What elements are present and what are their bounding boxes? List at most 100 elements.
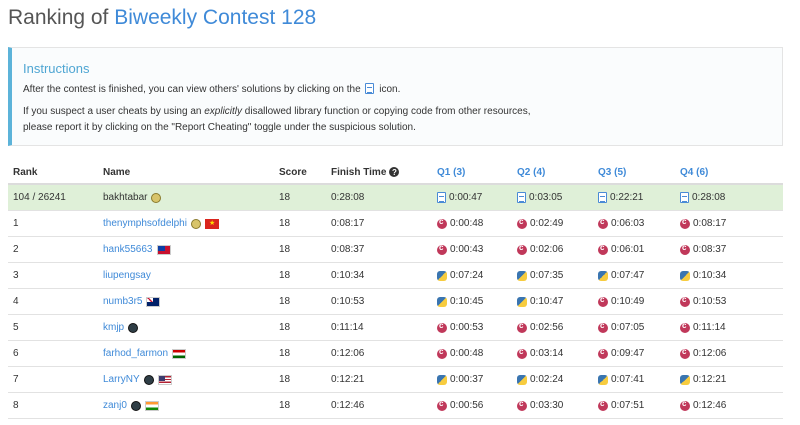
cpp-icon[interactable] [517, 243, 527, 255]
q1-cell: 0:00:48 [437, 211, 483, 236]
solve-time: 0:28:08 [692, 192, 726, 203]
cpp-icon[interactable] [598, 243, 608, 255]
solve-time: 0:02:49 [530, 218, 564, 229]
instructions-line-2-text: If you suspect a user cheats by using an [23, 106, 202, 117]
name-cell: zanj0 [103, 393, 159, 418]
user-name-link[interactable]: numb3r5 [103, 296, 142, 307]
finish-time-cell: 0:12:06 [331, 348, 365, 359]
user-name-link[interactable]: LarryNY [103, 374, 140, 385]
ranking-table: Rank Name Score Finish Time ? Q1 (3) Q2 … [8, 161, 783, 419]
cpp-icon[interactable] [680, 399, 690, 411]
solve-time: 0:03:30 [530, 400, 564, 411]
solution-doc-icon [365, 83, 375, 94]
ranking-rows: 104 / 26241 bakhtabar 18 0:28:08 0:00:47 0:03… [8, 185, 783, 419]
user-name-link[interactable]: kmjp [103, 322, 124, 333]
python-icon[interactable] [437, 296, 447, 307]
cpp-icon[interactable] [517, 399, 527, 411]
page-title-prefix: Ranking of [8, 6, 115, 29]
finish-time-cell: 0:10:53 [331, 296, 365, 307]
python-icon[interactable] [517, 270, 527, 281]
solve-time: 0:09:47 [611, 348, 645, 359]
python-icon[interactable] [680, 374, 690, 385]
q2-cell: 0:02:06 [517, 237, 563, 262]
finish-time-cell: 0:12:21 [331, 374, 365, 385]
instructions-line-1-text: After the contest is finished, you can v… [23, 84, 361, 95]
user-name-link[interactable]: zanj0 [103, 400, 127, 411]
cpp-icon[interactable] [517, 347, 527, 359]
user-name-link[interactable]: liupengsay [103, 270, 151, 281]
solve-time: 0:00:37 [450, 374, 484, 385]
help-icon[interactable]: ? [389, 167, 400, 177]
python-icon[interactable] [517, 296, 527, 307]
finish-time-cell: 0:11:14 [331, 322, 364, 333]
cpp-icon[interactable] [437, 217, 447, 229]
python-icon[interactable] [598, 270, 608, 281]
python-icon[interactable] [598, 374, 608, 385]
cpp-icon[interactable] [598, 295, 608, 307]
user-name-link[interactable]: bakhtabar [103, 192, 147, 203]
solve-time: 0:12:21 [693, 374, 727, 385]
python-icon[interactable] [517, 374, 527, 385]
cpp-icon[interactable] [517, 217, 527, 229]
q4-cell: 0:28:08 [680, 185, 725, 210]
solution-doc-icon[interactable] [517, 192, 526, 203]
cpp-icon[interactable] [437, 321, 447, 333]
score-cell: 18 [279, 270, 291, 281]
rank-cell: 1 [13, 218, 19, 229]
header-q1[interactable]: Q1 (3) [437, 161, 465, 183]
solution-doc-icon[interactable] [598, 192, 607, 203]
q2-cell: 0:02:56 [517, 315, 563, 340]
solution-doc-icon[interactable] [437, 192, 446, 203]
q1-cell: 0:07:24 [437, 263, 483, 288]
q4-cell: 0:10:34 [680, 263, 726, 288]
cpp-icon[interactable] [598, 399, 608, 411]
score-cell: 18 [279, 218, 291, 229]
user-name-link[interactable]: hank55663 [103, 244, 153, 255]
cpp-icon[interactable] [598, 347, 608, 359]
python-icon[interactable] [680, 270, 690, 281]
q4-cell: 0:11:14 [680, 315, 726, 340]
header-finish-time-label: Finish Time [331, 166, 387, 178]
solve-time: 0:03:14 [530, 348, 564, 359]
name-cell: liupengsay [103, 263, 151, 288]
solution-doc-icon[interactable] [680, 192, 689, 203]
header-q3[interactable]: Q3 (5) [598, 161, 626, 183]
finish-time-cell: 0:10:34 [331, 270, 365, 281]
page-title: Ranking of Biweekly Contest 128 [8, 6, 316, 30]
cpp-icon[interactable] [437, 347, 447, 359]
cpp-icon[interactable] [680, 217, 690, 229]
table-row: 2 hank55663 18 0:08:37 0:00:43 0:02:06 0:06:01… [8, 237, 783, 263]
cpp-icon[interactable] [598, 217, 608, 229]
instructions-line-1-suffix: icon. [379, 84, 401, 95]
cpp-icon[interactable] [517, 321, 527, 333]
header-q4[interactable]: Q4 (6) [680, 161, 708, 183]
python-icon[interactable] [437, 270, 447, 281]
solve-time: 0:10:47 [530, 296, 564, 307]
cpp-icon[interactable] [680, 321, 690, 333]
cpp-icon[interactable] [598, 321, 608, 333]
table-row: 1 thenymphsofdelphi 18 0:08:17 0:00:48 0:02:4… [8, 211, 783, 237]
q2-cell: 0:03:05 [517, 185, 562, 210]
q2-cell: 0:02:49 [517, 211, 563, 236]
instructions-title: Instructions [23, 61, 90, 76]
instructions-line-2: If you suspect a user cheats by using an… [23, 106, 531, 117]
header-q2[interactable]: Q2 (4) [517, 161, 545, 183]
guardian-badge-icon [151, 192, 162, 203]
cpp-icon[interactable] [680, 295, 690, 307]
q3-cell: 0:09:47 [598, 341, 644, 366]
cpp-icon[interactable] [437, 399, 447, 411]
q1-cell: 0:00:37 [437, 367, 483, 392]
user-name-link[interactable]: farhod_farmon [103, 348, 168, 359]
cpp-icon[interactable] [680, 347, 690, 359]
score-cell: 18 [279, 322, 291, 333]
q3-cell: 0:10:49 [598, 289, 644, 314]
solve-time: 0:07:35 [530, 270, 564, 281]
cpp-icon[interactable] [680, 243, 690, 255]
contest-link[interactable]: Biweekly Contest 128 [114, 6, 316, 29]
user-name-link[interactable]: thenymphsofdelphi [103, 218, 187, 229]
python-icon[interactable] [437, 374, 447, 385]
guardian-badge-icon [190, 218, 201, 229]
instructions-emphasis: explicitly [204, 106, 243, 117]
q1-cell: 0:00:43 [437, 237, 483, 262]
cpp-icon[interactable] [437, 243, 447, 255]
